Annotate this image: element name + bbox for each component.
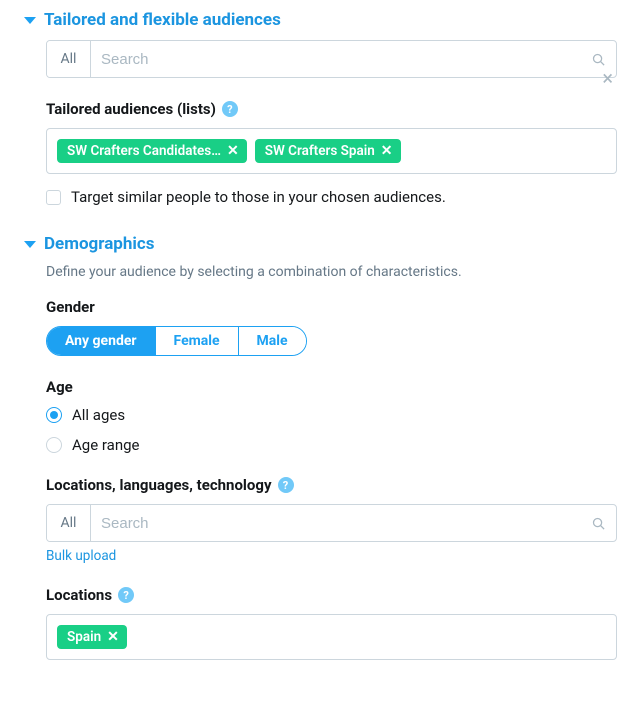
age-option-row[interactable]: All ages	[46, 406, 617, 424]
tag[interactable]: SW Crafters Candidates… ✕	[57, 139, 247, 163]
tailored-lists: Tailored audiences (lists) ? × SW Crafte…	[46, 100, 617, 206]
close-icon[interactable]: ×	[602, 68, 613, 88]
llt-search: All	[46, 504, 617, 542]
section-demographics: Demographics Define your audience by sel…	[24, 234, 617, 660]
tailored-lists-title: Tailored audiences (lists)	[46, 100, 216, 118]
close-icon[interactable]: ✕	[381, 144, 393, 158]
gender-title: Gender	[46, 298, 617, 316]
age-option-label: All ages	[72, 406, 125, 424]
llt-sub: Locations, languages, technology ? All B…	[46, 476, 617, 564]
age-option-label: Age range	[72, 436, 140, 454]
locations-sub: Locations ? Spain ✕	[46, 586, 617, 660]
search-input-wrap	[91, 505, 616, 541]
target-similar-row[interactable]: Target similar people to those in your c…	[46, 188, 617, 206]
locations-title: Locations	[46, 586, 112, 604]
help-icon[interactable]: ?	[118, 587, 134, 603]
gender-option[interactable]: Male	[238, 327, 306, 355]
close-icon[interactable]: ✕	[107, 630, 119, 644]
search-filter-all[interactable]: All	[47, 41, 91, 77]
search-input-wrap	[91, 41, 616, 77]
search-icon	[591, 516, 606, 531]
llt-search-input[interactable]	[101, 515, 591, 532]
tailored-lists-title-row: Tailored audiences (lists) ?	[46, 100, 617, 118]
gender-sub: Gender Any genderFemaleMale	[46, 298, 617, 356]
help-icon[interactable]: ?	[222, 101, 238, 117]
caret-down-icon	[24, 17, 36, 24]
gender-segmented: Any genderFemaleMale	[46, 326, 307, 356]
caret-down-icon	[24, 241, 36, 248]
close-icon[interactable]: ✕	[227, 144, 239, 158]
age-title: Age	[46, 378, 617, 396]
tailored-lists-tagbox[interactable]: SW Crafters Candidates…✕SW Crafters Spai…	[46, 128, 617, 174]
tag-label: Spain	[67, 629, 101, 645]
search-filter-all[interactable]: All	[47, 505, 91, 541]
radio-icon[interactable]	[46, 437, 62, 453]
tag-label: SW Crafters Candidates…	[67, 143, 221, 159]
section-header-demographics[interactable]: Demographics	[24, 234, 617, 254]
locations-title-row: Locations ?	[46, 586, 617, 604]
audience-search-input[interactable]	[101, 51, 591, 68]
llt-title: Locations, languages, technology	[46, 476, 272, 494]
bulk-upload-link[interactable]: Bulk upload	[46, 548, 116, 564]
age-option-row[interactable]: Age range	[46, 436, 617, 454]
help-icon[interactable]: ?	[278, 477, 294, 493]
tag-label: SW Crafters Spain	[265, 143, 375, 159]
tailored-search-sub: All	[46, 40, 617, 78]
age-sub: Age All ages Age range	[46, 378, 617, 454]
target-similar-label: Target similar people to those in your c…	[71, 188, 446, 206]
checkbox-icon[interactable]	[46, 190, 61, 205]
section-title: Demographics	[44, 234, 154, 254]
demographics-desc: Define your audience by selecting a comb…	[46, 264, 617, 280]
gender-option[interactable]: Any gender	[47, 327, 155, 355]
gender-option[interactable]: Female	[155, 327, 238, 355]
radio-icon[interactable]	[46, 407, 62, 423]
section-title: Tailored and flexible audiences	[44, 10, 281, 30]
llt-title-row: Locations, languages, technology ?	[46, 476, 617, 494]
tag[interactable]: Spain ✕	[57, 625, 127, 649]
tag[interactable]: SW Crafters Spain ✕	[255, 139, 401, 163]
section-tailored: Tailored and flexible audiences All Tail…	[24, 10, 617, 206]
section-header-tailored[interactable]: Tailored and flexible audiences	[24, 10, 617, 30]
locations-tagbox[interactable]: Spain ✕	[46, 614, 617, 660]
audience-search: All	[46, 40, 617, 78]
search-icon	[591, 52, 606, 67]
